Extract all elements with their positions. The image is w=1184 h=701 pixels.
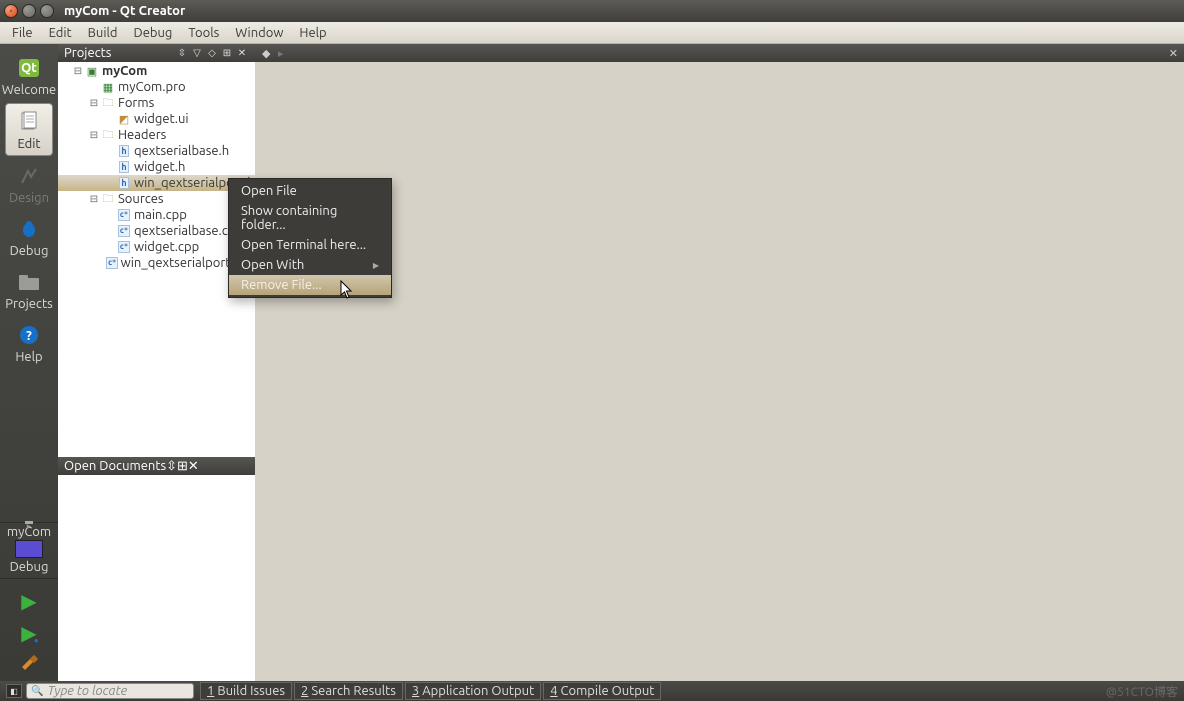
menu-edit[interactable]: Edit: [41, 24, 80, 42]
split-icon[interactable]: ⊞: [220, 47, 234, 59]
context-menu-item[interactable]: Remove File...: [229, 275, 391, 295]
tree-row[interactable]: c⁺qextserialbase.cpp: [58, 223, 255, 239]
projects-panel-title: Projects: [64, 46, 174, 60]
tree-row[interactable]: ▦myCom.pro: [58, 79, 255, 95]
context-menu-item[interactable]: Open With▶: [229, 255, 391, 275]
menu-build[interactable]: Build: [80, 24, 126, 42]
close-panel-icon[interactable]: ✕: [235, 47, 249, 59]
menu-help[interactable]: Help: [291, 24, 334, 42]
open-docs-title: Open Documents: [64, 459, 166, 473]
help-icon: ?: [19, 322, 39, 348]
open-docs-panel-header: Open Documents ⇳ ⊞ ✕: [58, 457, 255, 475]
window-minimize-button[interactable]: [22, 4, 36, 18]
twisty-icon[interactable]: ⊟: [88, 97, 100, 109]
context-menu-item[interactable]: Show containing folder...: [229, 201, 391, 235]
tree-row[interactable]: ⊟🗀Sources: [58, 191, 255, 207]
target-config-label: Debug: [0, 560, 58, 574]
dropdown-icon[interactable]: ⇳: [175, 47, 189, 59]
tree-row[interactable]: hqextserialbase.h: [58, 143, 255, 159]
output-pane-button[interactable]: 2Search Results: [294, 682, 403, 700]
tree-row[interactable]: c⁺win_qextserialport.cpp: [58, 255, 255, 271]
run-button[interactable]: ▶: [21, 589, 36, 613]
build-button[interactable]: [19, 653, 39, 677]
run-target-selector[interactable]: myCom Debug: [0, 522, 58, 579]
tree-item-label: myCom: [102, 64, 147, 78]
tree-row[interactable]: c⁺main.cpp: [58, 207, 255, 223]
twisty-icon[interactable]: ⊟: [72, 65, 84, 77]
window-maximize-button[interactable]: [40, 4, 54, 18]
menu-window[interactable]: Window: [227, 24, 291, 42]
design-icon: [18, 163, 40, 189]
tree-item-label: Forms: [118, 96, 154, 110]
window-titlebar: × myCom - Qt Creator: [0, 0, 1184, 22]
mode-design[interactable]: Design: [5, 158, 53, 209]
context-menu-item[interactable]: Open File: [229, 181, 391, 201]
context-menu-item[interactable]: Open Terminal here...: [229, 235, 391, 255]
tree-item-label: main.cpp: [134, 208, 187, 222]
mode-projects[interactable]: Projects: [5, 264, 53, 315]
document-icon: [19, 109, 39, 135]
monitor-icon: [15, 540, 43, 558]
tree-row[interactable]: hwidget.h: [58, 159, 255, 175]
menubar: File Edit Build Debug Tools Window Help: [0, 22, 1184, 44]
window-close-button[interactable]: ×: [4, 4, 18, 18]
svg-text:Qt: Qt: [21, 61, 37, 75]
tree-item-label: Headers: [118, 128, 166, 142]
menu-file[interactable]: File: [4, 24, 41, 42]
tree-row[interactable]: ◩widget.ui: [58, 111, 255, 127]
mode-welcome[interactable]: Qt Welcome: [5, 50, 53, 101]
output-pane-button[interactable]: 4Compile Output: [543, 682, 661, 700]
filter-icon[interactable]: ▽: [190, 47, 204, 59]
toggle-sidebar-button[interactable]: ◧: [6, 684, 22, 698]
tree-item-label: qextserialbase.h: [134, 144, 229, 158]
side-panels: Projects ⇳ ▽ ◇ ⊞ ✕ ⊟▣myCom▦myCom.pro⊟🗀Fo…: [58, 44, 255, 681]
twisty-icon[interactable]: ⊟: [88, 129, 100, 141]
locator-input[interactable]: 🔍 Type to locate: [26, 683, 194, 699]
output-pane-button[interactable]: 3Application Output: [405, 682, 541, 700]
watermark: @51CTO博客: [1106, 683, 1178, 700]
editor-area: ◆ ▸ ✕: [255, 44, 1184, 681]
menu-tools[interactable]: Tools: [180, 24, 227, 42]
mode-edit[interactable]: Edit: [5, 103, 53, 156]
tree-row[interactable]: ⊟▣myCom: [58, 63, 255, 79]
twisty-icon[interactable]: ⊟: [88, 193, 100, 205]
tree-item-label: widget.cpp: [134, 240, 199, 254]
mode-sidebar: Qt Welcome Edit Design Debug Projects ? …: [0, 44, 58, 681]
open-docs-list[interactable]: [58, 475, 255, 681]
window-title: myCom - Qt Creator: [64, 4, 185, 18]
tree-row[interactable]: hwin_qextserialport.h: [58, 175, 255, 191]
locator-placeholder: Type to locate: [47, 684, 127, 698]
project-tree[interactable]: ⊟▣myCom▦myCom.pro⊟🗀Forms◩widget.ui⊟🗀Head…: [58, 62, 255, 457]
editor-close-icon[interactable]: ✕: [1169, 47, 1178, 60]
output-pane-button[interactable]: 1Build Issues: [200, 682, 292, 700]
tree-item-label: myCom.pro: [118, 80, 186, 94]
qt-logo-icon: Qt: [18, 55, 40, 81]
tree-item-label: Sources: [118, 192, 164, 206]
tree-item-label: widget.ui: [134, 112, 189, 126]
svg-text:?: ?: [26, 329, 32, 343]
mode-help[interactable]: ? Help: [5, 317, 53, 368]
split-icon[interactable]: ⊞: [177, 459, 188, 474]
tree-item-label: widget.h: [134, 160, 185, 174]
nav-back-icon[interactable]: ◆: [262, 47, 270, 60]
menu-debug[interactable]: Debug: [126, 24, 181, 42]
mode-debug[interactable]: Debug: [5, 211, 53, 262]
tree-row[interactable]: c⁺widget.cpp: [58, 239, 255, 255]
context-menu: Open FileShow containing folder...Open T…: [228, 178, 392, 298]
search-icon: 🔍: [31, 685, 43, 697]
editor-toolbar: ◆ ▸ ✕: [255, 44, 1184, 62]
tree-row[interactable]: ⊟🗀Headers: [58, 127, 255, 143]
tree-row[interactable]: ⊟🗀Forms: [58, 95, 255, 111]
tree-item-label: qextserialbase.cpp: [134, 224, 243, 238]
sync-icon[interactable]: ◇: [205, 47, 219, 59]
dropdown-icon[interactable]: ⇳: [166, 459, 177, 474]
debug-run-button[interactable]: ▶: [21, 621, 36, 645]
close-panel-icon[interactable]: ✕: [188, 459, 199, 474]
bug-icon: [18, 216, 40, 242]
folder-icon: [17, 269, 41, 295]
nav-forward-icon[interactable]: ▸: [278, 47, 284, 60]
status-bar: ◧ 🔍 Type to locate 1Build Issues2Search …: [0, 681, 1184, 701]
projects-panel-header: Projects ⇳ ▽ ◇ ⊞ ✕: [58, 44, 255, 62]
